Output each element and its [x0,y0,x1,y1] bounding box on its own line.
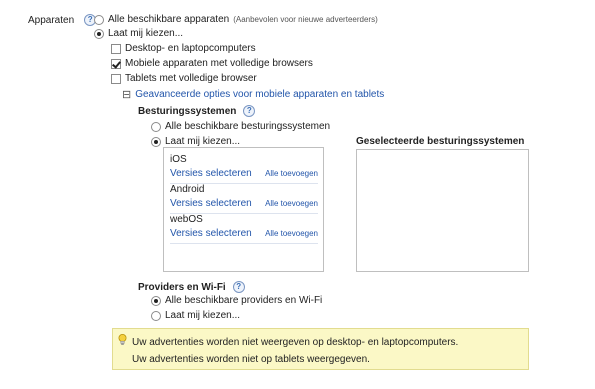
devices-choose-radio[interactable] [94,28,104,39]
os-item-ios: iOS Versies selecteren Alle toevoegen [170,154,318,184]
devices-option-choose[interactable]: Laat mij kiezen... [94,28,183,39]
desktop-checkbox-label: Desktop- en laptopcomputers [125,43,256,54]
os-heading: Besturingssystemen [138,105,237,117]
devices-label: Apparaten [28,14,75,26]
os-option-choose[interactable]: Laat mij kiezen... [151,136,240,147]
os-help-icon[interactable]: ? [243,105,256,117]
providers-help-icon[interactable]: ? [232,281,245,293]
providers-heading: Providers en Wi-Fi [138,281,226,293]
devices-all-label: Alle beschikbare apparaten [108,14,230,25]
providers-option-choose[interactable]: Laat mij kiezen... [151,310,240,321]
lightbulb-icon [118,334,127,349]
desktop-checkbox[interactable] [111,43,121,54]
providers-heading-group: Providers en Wi-Fi ? [138,281,245,293]
add-all-link[interactable]: Alle toevoegen [265,169,318,178]
os-choose-label: Laat mij kiezen... [165,136,241,147]
device-checkbox-tablets[interactable]: Tablets met volledige browser [111,73,257,84]
os-item-name: webOS [170,214,203,225]
collapse-icon[interactable]: ⊟ [122,88,131,101]
tablets-checkbox-label: Tablets met volledige browser [125,73,257,84]
mobile-checkbox-label: Mobiele apparaten met volledige browsers [125,58,313,69]
devices-all-radio[interactable] [94,14,104,25]
providers-option-all[interactable]: Alle beschikbare providers en Wi-Fi [151,295,322,306]
providers-all-radio[interactable] [151,295,161,306]
tablets-checkbox[interactable] [111,73,121,84]
os-list-box: iOS Versies selecteren Alle toevoegen An… [163,147,324,272]
add-all-link[interactable]: Alle toevoegen [265,229,318,238]
select-versions-link[interactable]: Versies selecteren [170,168,252,179]
os-item-divider [170,243,318,244]
warning-notice: Uw advertenties worden niet weergeven op… [112,328,529,370]
devices-choose-label: Laat mij kiezen... [108,28,184,39]
device-checkbox-mobile[interactable]: Mobiele apparaten met volledige browsers [111,58,313,69]
selected-os-heading: Geselecteerde besturingssystemen [356,136,525,147]
add-all-link[interactable]: Alle toevoegen [265,199,318,208]
advanced-options-toggle[interactable]: ⊟ Geavanceerde opties voor mobiele appar… [122,88,384,101]
device-checkbox-desktop[interactable]: Desktop- en laptopcomputers [111,43,256,54]
selected-os-box [356,149,529,272]
devices-label-group: Apparaten ? [28,14,97,26]
os-item-name: Android [170,184,205,195]
devices-all-note: (Aanbevolen voor nieuwe adverteerders) [233,15,378,24]
os-item-name: iOS [170,154,187,165]
advanced-options-label: Geavanceerde opties voor mobiele apparat… [135,89,385,100]
os-all-radio[interactable] [151,121,161,132]
select-versions-link[interactable]: Versies selecteren [170,228,252,239]
os-choose-radio[interactable] [151,136,161,147]
mobile-checkbox[interactable] [111,58,121,69]
select-versions-link[interactable]: Versies selecteren [170,198,252,209]
providers-choose-label: Laat mij kiezen... [165,310,241,321]
os-heading-group: Besturingssystemen ? [138,105,256,117]
os-item-webos: webOS Versies selecteren Alle toevoegen [170,214,318,244]
devices-option-all[interactable]: Alle beschikbare apparaten (Aanbevolen v… [94,14,378,25]
os-all-label: Alle beschikbare besturingssystemen [165,121,331,132]
notice-line-desktop: Uw advertenties worden niet weergeven op… [132,337,459,348]
os-item-android: Android Versies selecteren Alle toevoege… [170,184,318,214]
os-option-all[interactable]: Alle beschikbare besturingssystemen [151,121,330,132]
notice-line-tablets: Uw advertenties worden niet op tablets w… [132,354,370,365]
providers-all-label: Alle beschikbare providers en Wi-Fi [165,295,323,306]
providers-choose-radio[interactable] [151,310,161,321]
